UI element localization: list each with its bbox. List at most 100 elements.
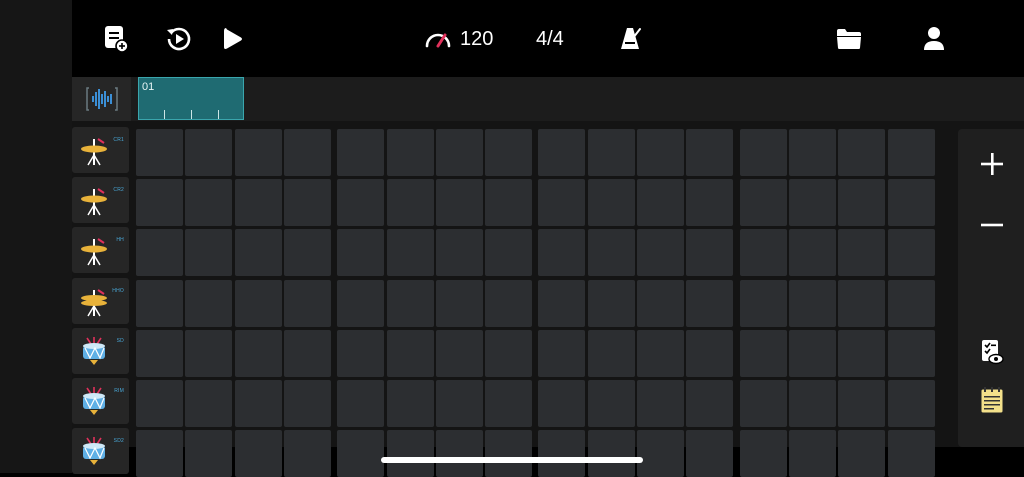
step-cell[interactable]: [386, 179, 434, 227]
step-cell[interactable]: [283, 329, 331, 377]
step-cell[interactable]: [485, 129, 533, 176]
step-cell[interactable]: [788, 229, 836, 277]
step-cell[interactable]: [136, 329, 183, 377]
step-cell[interactable]: [739, 129, 787, 176]
step-cell[interactable]: [538, 380, 586, 427]
step-cell[interactable]: [686, 380, 734, 427]
step-cell[interactable]: [185, 179, 233, 227]
step-cell[interactable]: [587, 380, 635, 427]
step-cell[interactable]: [485, 380, 533, 427]
remove-row-button[interactable]: [977, 210, 1007, 240]
step-cell[interactable]: [788, 129, 836, 176]
step-cell[interactable]: [838, 430, 886, 477]
step-cell[interactable]: [283, 279, 331, 327]
step-cell[interactable]: [337, 129, 385, 176]
step-cell[interactable]: [538, 430, 586, 477]
step-cell[interactable]: [136, 380, 183, 427]
tempo-control[interactable]: 120: [424, 24, 493, 54]
step-cell[interactable]: [283, 229, 331, 277]
step-cell[interactable]: [637, 179, 684, 227]
add-row-button[interactable]: [977, 149, 1007, 179]
step-cell[interactable]: [435, 380, 483, 427]
metronome-button[interactable]: [614, 22, 648, 56]
step-cell[interactable]: [435, 229, 483, 277]
step-cell[interactable]: [739, 380, 787, 427]
step-cell[interactable]: [788, 279, 836, 327]
step-cell[interactable]: [435, 329, 483, 377]
step-cell[interactable]: [283, 380, 331, 427]
step-cell[interactable]: [686, 229, 734, 277]
step-cell[interactable]: [136, 179, 183, 227]
step-cell[interactable]: [838, 380, 886, 427]
step-cell[interactable]: [283, 129, 331, 176]
step-cell[interactable]: [838, 329, 886, 377]
instrument-row[interactable]: SD: [72, 327, 129, 374]
step-cell[interactable]: [136, 430, 183, 477]
step-cell[interactable]: [485, 229, 533, 277]
step-cell[interactable]: [838, 129, 886, 176]
step-cell[interactable]: [788, 430, 836, 477]
step-cell[interactable]: [435, 179, 483, 227]
play-button[interactable]: [216, 22, 250, 56]
history-button[interactable]: [162, 22, 196, 56]
step-cell[interactable]: [485, 179, 533, 227]
step-cell[interactable]: [637, 279, 684, 327]
instrument-row[interactable]: RIM: [72, 378, 129, 424]
step-cell[interactable]: [386, 279, 434, 327]
step-cell[interactable]: [739, 229, 787, 277]
step-cell[interactable]: [283, 179, 331, 227]
step-cell[interactable]: [485, 329, 533, 377]
instrument-row[interactable]: HHO: [72, 277, 129, 324]
timeline-track[interactable]: 01: [136, 77, 1024, 122]
step-cell[interactable]: [637, 329, 684, 377]
step-cell[interactable]: [887, 179, 935, 227]
step-cell[interactable]: [234, 279, 282, 327]
step-cell[interactable]: [234, 229, 282, 277]
step-cell[interactable]: [185, 430, 233, 477]
instrument-row[interactable]: CR1: [72, 127, 129, 173]
step-cell[interactable]: [637, 129, 684, 176]
step-cell[interactable]: [283, 430, 331, 477]
step-cell[interactable]: [887, 279, 935, 327]
step-cell[interactable]: [838, 279, 886, 327]
step-cell[interactable]: [587, 179, 635, 227]
step-cell[interactable]: [587, 279, 635, 327]
step-cell[interactable]: [686, 329, 734, 377]
step-cell[interactable]: [838, 179, 886, 227]
time-signature[interactable]: 4/4: [536, 24, 564, 54]
step-cell[interactable]: [887, 430, 935, 477]
step-cell[interactable]: [538, 279, 586, 327]
step-cell[interactable]: [234, 179, 282, 227]
step-cell[interactable]: [337, 380, 385, 427]
step-cell[interactable]: [435, 430, 483, 477]
step-cell[interactable]: [234, 129, 282, 176]
step-cell[interactable]: [887, 329, 935, 377]
step-cell[interactable]: [136, 279, 183, 327]
step-cell[interactable]: [788, 380, 836, 427]
step-cell[interactable]: [637, 430, 684, 477]
step-cell[interactable]: [739, 329, 787, 377]
step-cell[interactable]: [185, 329, 233, 377]
step-cell[interactable]: [788, 179, 836, 227]
instrument-row[interactable]: SD2: [72, 428, 129, 475]
step-cell[interactable]: [686, 430, 734, 477]
step-cell[interactable]: [686, 279, 734, 327]
step-cell[interactable]: [185, 129, 233, 176]
step-cell[interactable]: [386, 129, 434, 176]
step-cell[interactable]: [887, 229, 935, 277]
step-cell[interactable]: [337, 329, 385, 377]
step-cell[interactable]: [386, 329, 434, 377]
step-cell[interactable]: [337, 279, 385, 327]
step-cell[interactable]: [435, 129, 483, 176]
step-cell[interactable]: [485, 279, 533, 327]
step-cell[interactable]: [185, 229, 233, 277]
step-cell[interactable]: [185, 380, 233, 427]
notes-button[interactable]: [977, 385, 1007, 415]
step-cell[interactable]: [739, 179, 787, 227]
step-cell[interactable]: [538, 229, 586, 277]
step-cell[interactable]: [788, 329, 836, 377]
instrument-row[interactable]: HH: [72, 227, 129, 274]
step-cell[interactable]: [337, 430, 385, 477]
step-cell[interactable]: [887, 380, 935, 427]
step-cell[interactable]: [686, 179, 734, 227]
